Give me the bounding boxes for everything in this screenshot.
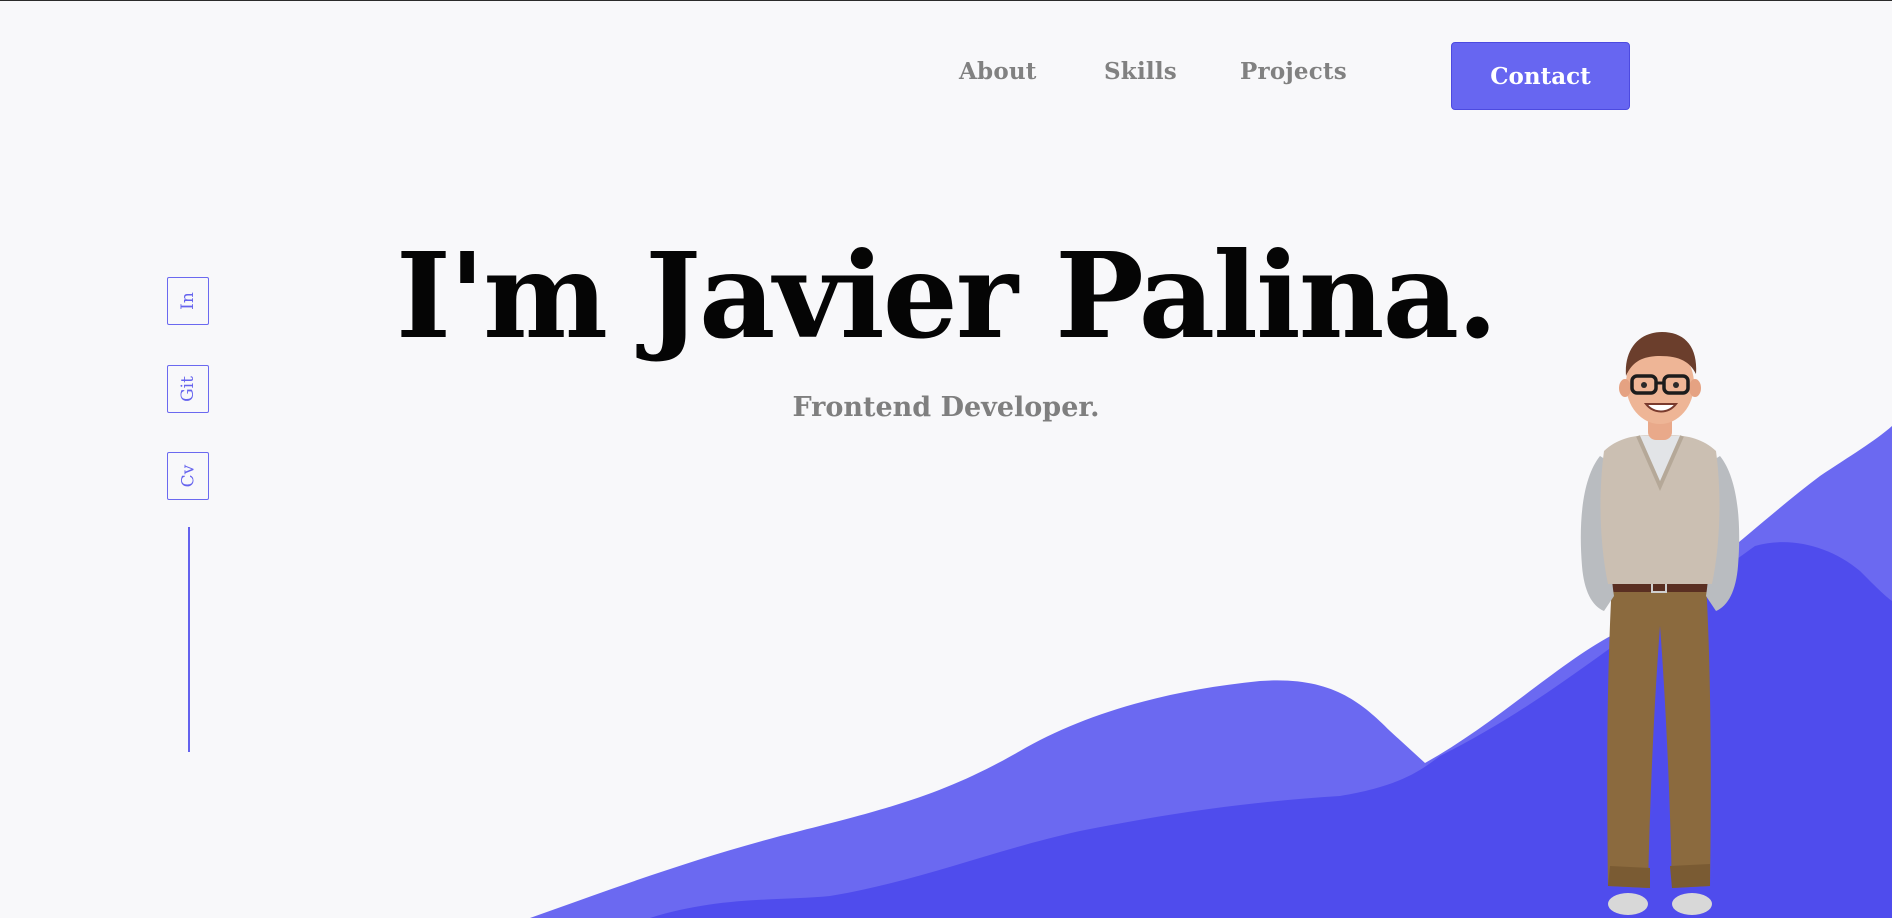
top-navigation: About Skills Projects Contact: [0, 1, 1892, 121]
sidebar-divider-line: [188, 527, 190, 752]
nav-link-skills[interactable]: Skills: [1104, 58, 1177, 85]
cv-label: Cv: [178, 464, 198, 488]
nav-link-about[interactable]: About: [959, 58, 1037, 85]
contact-button[interactable]: Contact: [1451, 42, 1630, 110]
developer-character-illustration: [1580, 332, 1740, 915]
cv-link[interactable]: Cv: [167, 452, 209, 500]
nav-link-projects[interactable]: Projects: [1240, 58, 1347, 85]
